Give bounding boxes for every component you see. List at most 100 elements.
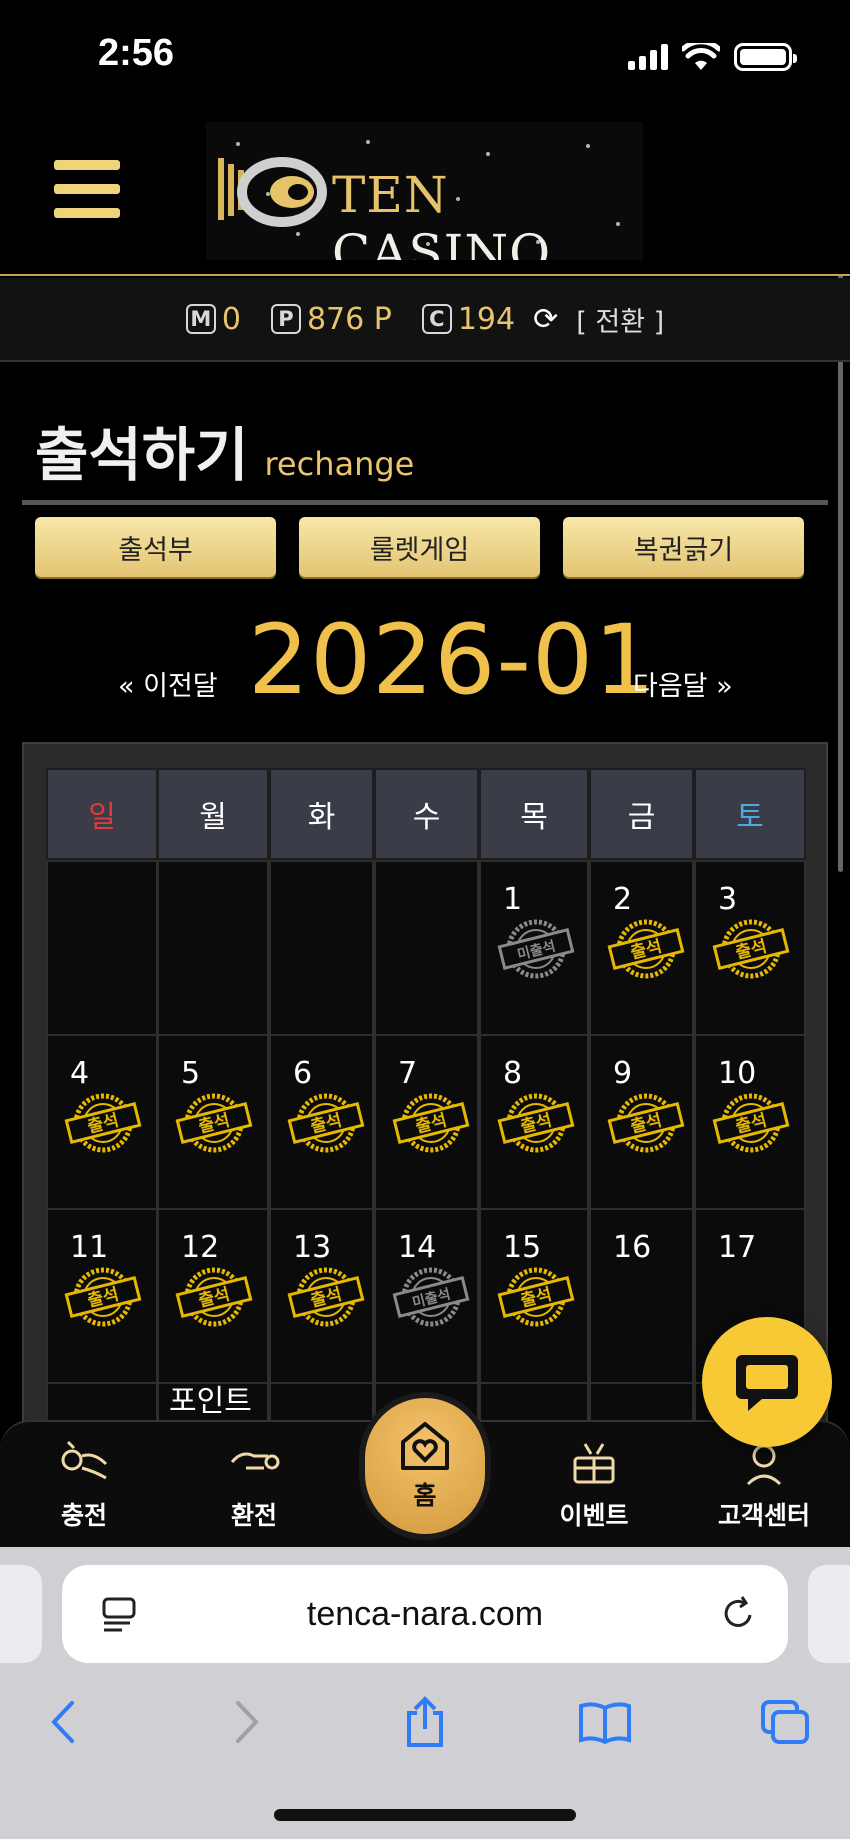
address-bar[interactable]: tenca-nara.com: [62, 1565, 788, 1663]
money-icon: M: [185, 304, 216, 334]
calendar-day-number: 4: [70, 1056, 90, 1091]
book-icon: [579, 1702, 631, 1744]
nav-home-button[interactable]: 홈: [359, 1392, 491, 1540]
calendar-day-number: 15: [503, 1230, 542, 1265]
attendance-stamp-icon: 출석: [712, 916, 790, 982]
back-button[interactable]: [28, 1687, 98, 1757]
calendar-day-number: 7: [398, 1056, 418, 1091]
nav-charge[interactable]: 충전: [24, 1434, 144, 1544]
bookmarks-button[interactable]: [570, 1687, 640, 1757]
nav-home-label: 홈: [413, 1481, 437, 1510]
page-subtitle: rechange: [264, 445, 415, 483]
calendar-day-number: 16: [613, 1230, 652, 1265]
nav-event[interactable]: 이벤트: [534, 1434, 654, 1544]
home-heart-icon: [401, 1422, 449, 1470]
attendance-stamp-icon: 출석: [64, 1090, 142, 1156]
weekday-header: 목: [479, 768, 589, 860]
absent-stamp-icon: 미출석: [392, 1264, 470, 1330]
calendar-day-number: 17: [718, 1230, 757, 1265]
calendar-day-number: 12: [181, 1230, 220, 1265]
menu-hamburger-icon[interactable]: [54, 160, 120, 218]
calendar-empty-cell: [46, 860, 158, 1036]
calendar-day-cell: 8 출석: [479, 1034, 589, 1210]
nav-support-label: 고객센터: [717, 1501, 810, 1530]
calendar-day-cell: 12 출석: [157, 1208, 269, 1384]
convert-button[interactable]: [ 전환 ]: [576, 300, 664, 339]
coupon-value: 194: [457, 301, 516, 337]
nav-support[interactable]: 고객센터: [704, 1434, 824, 1544]
calendar-day-number: 8: [503, 1056, 523, 1091]
ten-casino-logo[interactable]: TEN CASINO: [206, 122, 643, 260]
weekday-header: 수: [374, 768, 479, 860]
calendar-day-number: 11: [70, 1230, 109, 1265]
calendar-empty-cell: [374, 860, 479, 1036]
share-icon: [407, 1696, 443, 1747]
calendar-empty-cell: [157, 860, 269, 1036]
forward-button[interactable]: [212, 1687, 282, 1757]
previous-tab-peek[interactable]: [0, 1565, 42, 1663]
weekday-header: 일: [46, 768, 158, 860]
roulette-game-button[interactable]: 룰렛게임: [299, 517, 540, 577]
coupon-icon: C: [421, 304, 452, 334]
money-value: 0: [221, 301, 241, 337]
attendance-stamp-icon: 출석: [712, 1090, 790, 1156]
calendar-day-cell: 10 출석: [694, 1034, 806, 1210]
previous-month-link[interactable]: « 이전달: [118, 664, 218, 703]
refresh-icon[interactable]: ⟳: [533, 302, 558, 337]
safari-toolbar: tenca-nara.com: [0, 1547, 850, 1839]
logo-emblem-icon: [218, 157, 327, 227]
attendance-stamp-icon: 출석: [607, 916, 685, 982]
nav-withdraw-label: 환전: [230, 1501, 277, 1530]
next-month-link[interactable]: 다음달 »: [633, 664, 733, 703]
page-title: 출석하기 rechange: [35, 408, 414, 492]
live-chat-button[interactable]: [702, 1317, 832, 1447]
attendance-calendar: 일 월 화 수 목 금 토 1 미출석 2 출석 3 출석 4 출석 5 출석 6 출석 7 출석 8 출석 9 출석 10 출석 1…: [22, 742, 828, 1442]
calendar-empty-cell: [269, 860, 374, 1036]
status-time: 2:56: [98, 32, 175, 74]
status-icons: [628, 40, 797, 74]
weekday-header: 토: [694, 768, 806, 860]
calendar-day-cell: 1 미출석: [479, 860, 589, 1036]
money-balance: M 0: [185, 301, 241, 337]
logo-text: TEN CASINO: [332, 166, 552, 260]
calendar-day-cell: 6 출석: [269, 1034, 374, 1210]
status-bar: 2:56: [0, 0, 850, 110]
calendar-day-number: 3: [718, 882, 738, 917]
share-button[interactable]: [390, 1687, 460, 1757]
site-header: TEN CASINO: [0, 110, 850, 276]
attendance-stamp-icon: 출석: [175, 1090, 253, 1156]
point-note: 포인트: [169, 1384, 252, 1419]
weekday-header: 금: [589, 768, 694, 860]
page-menu-icon[interactable]: [100, 1595, 140, 1633]
nav-event-label: 이벤트: [559, 1501, 629, 1530]
calendar-day-number: 5: [181, 1056, 201, 1091]
chat-bubble-icon: [736, 1355, 798, 1411]
attendance-stamp-icon: 출석: [392, 1090, 470, 1156]
calendar-day-cell: 11 출석: [46, 1208, 158, 1384]
battery-icon: [734, 43, 797, 71]
coupon-balance: C 194: [421, 301, 516, 337]
calendar-day-number: 2: [613, 882, 633, 917]
tabs-button[interactable]: [750, 1687, 820, 1757]
attendance-stamp-icon: 출석: [287, 1090, 365, 1156]
next-tab-peek[interactable]: [808, 1565, 850, 1663]
absent-stamp-icon: 미출석: [497, 916, 575, 982]
url-text: tenca-nara.com: [306, 1594, 544, 1633]
calendar-day-cell: 16: [589, 1208, 694, 1384]
calendar-day-cell: 7 출석: [374, 1034, 479, 1210]
reload-icon[interactable]: [718, 1593, 758, 1633]
calendar-day-number: 14: [398, 1230, 437, 1265]
calendar-day-number: 6: [293, 1056, 313, 1091]
current-month: 2026-01: [248, 604, 657, 716]
scratch-lottery-button[interactable]: 복권긁기: [563, 517, 804, 577]
calendar-day-cell: 14 미출석: [374, 1208, 479, 1384]
calendar-day-cell: 15 출석: [479, 1208, 589, 1384]
attendance-book-button[interactable]: 출석부: [35, 517, 276, 577]
weekday-header: 화: [269, 768, 374, 860]
calendar-day-cell: 4 출석: [46, 1034, 158, 1210]
gift-icon: [573, 1443, 615, 1484]
attendance-stamp-icon: 출석: [497, 1090, 575, 1156]
calendar-day-cell: 13 출석: [269, 1208, 374, 1384]
calendar-day-cell: 3 출석: [694, 860, 806, 1036]
nav-withdraw[interactable]: 환전: [194, 1434, 314, 1544]
